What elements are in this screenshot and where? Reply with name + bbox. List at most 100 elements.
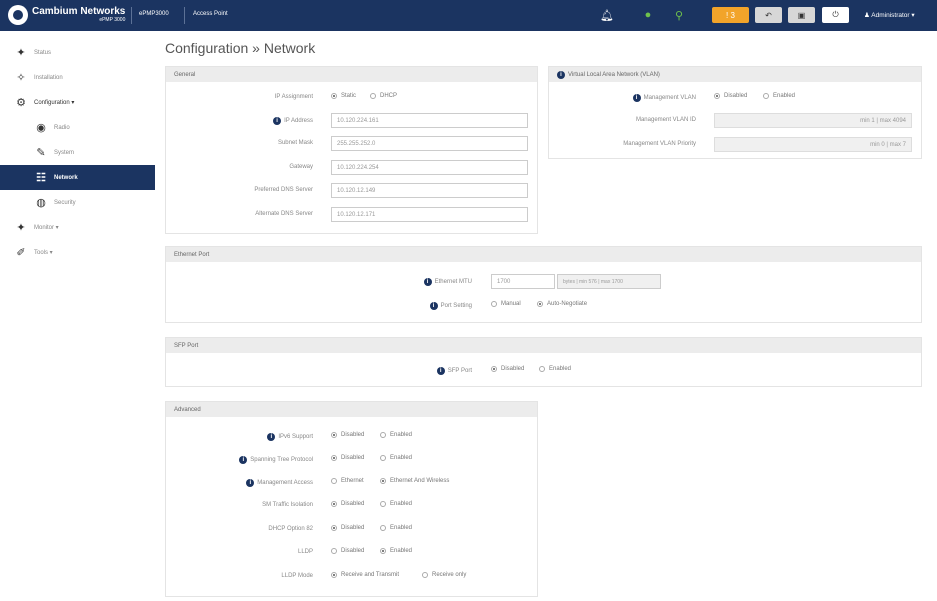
mgmt-vlan-enabled-radio[interactable]: Enabled — [763, 93, 795, 99]
radio-icon — [380, 525, 386, 531]
device-mode: Access Point — [193, 11, 228, 17]
option-label: Receive and Transmit — [341, 572, 400, 578]
help-icon[interactable]: i — [436, 367, 445, 375]
sm-iso-enabled-radio[interactable]: Enabled — [380, 501, 412, 507]
security-icon: ◍ — [36, 197, 46, 209]
user-menu[interactable]: ♟ Administrator ▾ — [864, 11, 915, 19]
option-label: Disabled — [341, 501, 365, 507]
title-page: Network — [263, 40, 316, 56]
mgmt-vlan-disabled-radio[interactable]: Disabled — [714, 93, 747, 99]
nav-label: Installation — [34, 74, 63, 81]
location-pin-icon[interactable]: ⚲ — [672, 7, 686, 23]
wrench-icon: ✐ — [16, 247, 26, 259]
nav-label: Security — [54, 199, 76, 206]
alternate-dns-input[interactable]: 10.120.12.171 — [331, 207, 528, 222]
option-label: DHCP — [380, 93, 398, 99]
ethernet-port-panel: Ethernet Port i Ethernet MTU 1700 bytes |… — [165, 246, 922, 323]
logo-icon — [8, 5, 28, 25]
nav-label: Radio — [54, 124, 70, 131]
nav-network[interactable]: ☷ Network — [0, 165, 155, 190]
label-text: Spanning Tree Protocol — [250, 457, 313, 463]
ethernet-mtu-label: i Ethernet MTU — [166, 278, 472, 286]
radio-icon — [331, 478, 337, 484]
sfp-disabled-radio[interactable]: Disabled — [491, 366, 524, 372]
radio-icon — [491, 301, 497, 307]
option-label: Enabled — [390, 548, 413, 554]
general-panel: General IP Assignment Static DHCP i IP Ad… — [165, 66, 538, 234]
port-manual-radio[interactable]: Manual — [491, 301, 521, 307]
ip-address-input[interactable]: 10.120.224.161 — [331, 113, 528, 128]
help-icon[interactable]: i — [429, 302, 438, 310]
help-icon[interactable]: i — [632, 94, 641, 102]
mtu-hint: bytes | min 576 | max 1700 — [557, 274, 661, 289]
divider — [131, 7, 132, 24]
stp-label: i Spanning Tree Protocol — [166, 456, 313, 464]
save-button[interactable]: ▣ — [788, 7, 815, 23]
ipv6-disabled-radio[interactable]: Disabled — [331, 432, 364, 438]
notifications-icon[interactable]: 🔔︎ — [598, 7, 616, 23]
nav-configuration[interactable]: ⚙ Configuration ▾ — [0, 90, 155, 115]
nav-system[interactable]: ✎ System — [0, 140, 155, 165]
reboot-button[interactable]: ⏻ — [822, 7, 849, 23]
nav-monitor[interactable]: ✦ Monitor ▾ — [0, 215, 155, 240]
subnet-label: Subnet Mask — [277, 140, 313, 146]
nav-security[interactable]: ◍ Security — [0, 190, 155, 215]
radio-icon — [380, 478, 386, 484]
ipv6-enabled-radio[interactable]: Enabled — [380, 432, 412, 438]
option-label: Disabled — [341, 432, 365, 438]
model-name: ePMP 3000 — [99, 16, 126, 23]
sfp-port-label: i SFP Port — [166, 367, 472, 375]
subnet-input[interactable]: 255.255.252.0 — [331, 136, 528, 151]
help-icon[interactable]: i — [246, 479, 255, 487]
lldp-enabled-radio[interactable]: Enabled — [380, 548, 412, 554]
lldp-rxtx-radio[interactable]: Receive and Transmit — [331, 572, 399, 578]
help-icon[interactable]: i — [273, 117, 282, 125]
help-icon[interactable]: i — [423, 278, 432, 286]
nav-tools[interactable]: ✐ Tools ▾ — [0, 240, 155, 265]
help-icon[interactable]: i — [267, 433, 276, 441]
page-title: Configuration » Network — [165, 40, 315, 56]
vlan-id-input[interactable]: min 1 | max 4094 — [714, 113, 912, 128]
option-label: Enabled — [773, 93, 796, 99]
vlan-priority-input[interactable]: min 0 | max 7 — [714, 137, 912, 152]
ipv6-label: i IPv6 Support — [166, 433, 313, 441]
dhcp82-disabled-radio[interactable]: Disabled — [331, 525, 364, 531]
lldp-rx-only-radio[interactable]: Receive only — [422, 572, 466, 578]
ethernet-mtu-input[interactable]: 1700 — [491, 274, 555, 289]
stp-disabled-radio[interactable]: Disabled — [331, 455, 364, 461]
lldp-label: LLDP — [297, 549, 313, 555]
help-icon[interactable]: i — [239, 456, 248, 464]
stp-enabled-radio[interactable]: Enabled — [380, 455, 412, 461]
nav-label: Configuration — [34, 99, 70, 106]
alerts-button[interactable]: ! 3 — [712, 7, 749, 23]
help-icon[interactable]: i — [557, 70, 565, 79]
radio-icon — [763, 93, 769, 99]
ip-static-radio[interactable]: Static — [331, 93, 356, 99]
port-auto-radio[interactable]: Auto-Negotiate — [537, 301, 587, 307]
vlan-panel: i Virtual Local Area Network (VLAN) i Mana… — [548, 66, 922, 159]
dhcp82-enabled-radio[interactable]: Enabled — [380, 525, 412, 531]
gateway-input[interactable]: 10.120.224.254 — [331, 160, 528, 175]
mgmt-ethernet-radio[interactable]: Ethernet — [331, 478, 364, 484]
option-label: Disabled — [341, 455, 365, 461]
radio-icon — [380, 432, 386, 438]
undo-button[interactable]: ↶ — [755, 7, 782, 23]
cambium-logo[interactable]: Cambium Networks ePMP 3000 — [8, 5, 125, 25]
option-label: Ethernet And Wireless — [390, 478, 450, 484]
nav-status[interactable]: ✦ Status — [0, 40, 155, 65]
option-label: Enabled — [390, 525, 413, 531]
preferred-dns-input[interactable]: 10.120.12.149 — [331, 183, 528, 198]
nav-radio[interactable]: ◉ Radio — [0, 115, 155, 140]
save-icon: ▣ — [797, 10, 806, 20]
nav-installation[interactable]: ✧ Installation — [0, 65, 155, 90]
sfp-enabled-radio[interactable]: Enabled — [539, 366, 571, 372]
globe-status-icon[interactable]: ● — [640, 7, 656, 23]
mgmt-ethernet-wireless-radio[interactable]: Ethernet And Wireless — [380, 478, 449, 484]
ip-dhcp-radio[interactable]: DHCP — [370, 93, 397, 99]
sm-iso-disabled-radio[interactable]: Disabled — [331, 501, 364, 507]
ip-assignment-label: IP Assignment — [274, 94, 313, 100]
label-text: SFP Port — [447, 368, 472, 374]
radio-icon — [491, 366, 497, 372]
option-label: Auto-Negotiate — [547, 301, 588, 307]
lldp-disabled-radio[interactable]: Disabled — [331, 548, 364, 554]
